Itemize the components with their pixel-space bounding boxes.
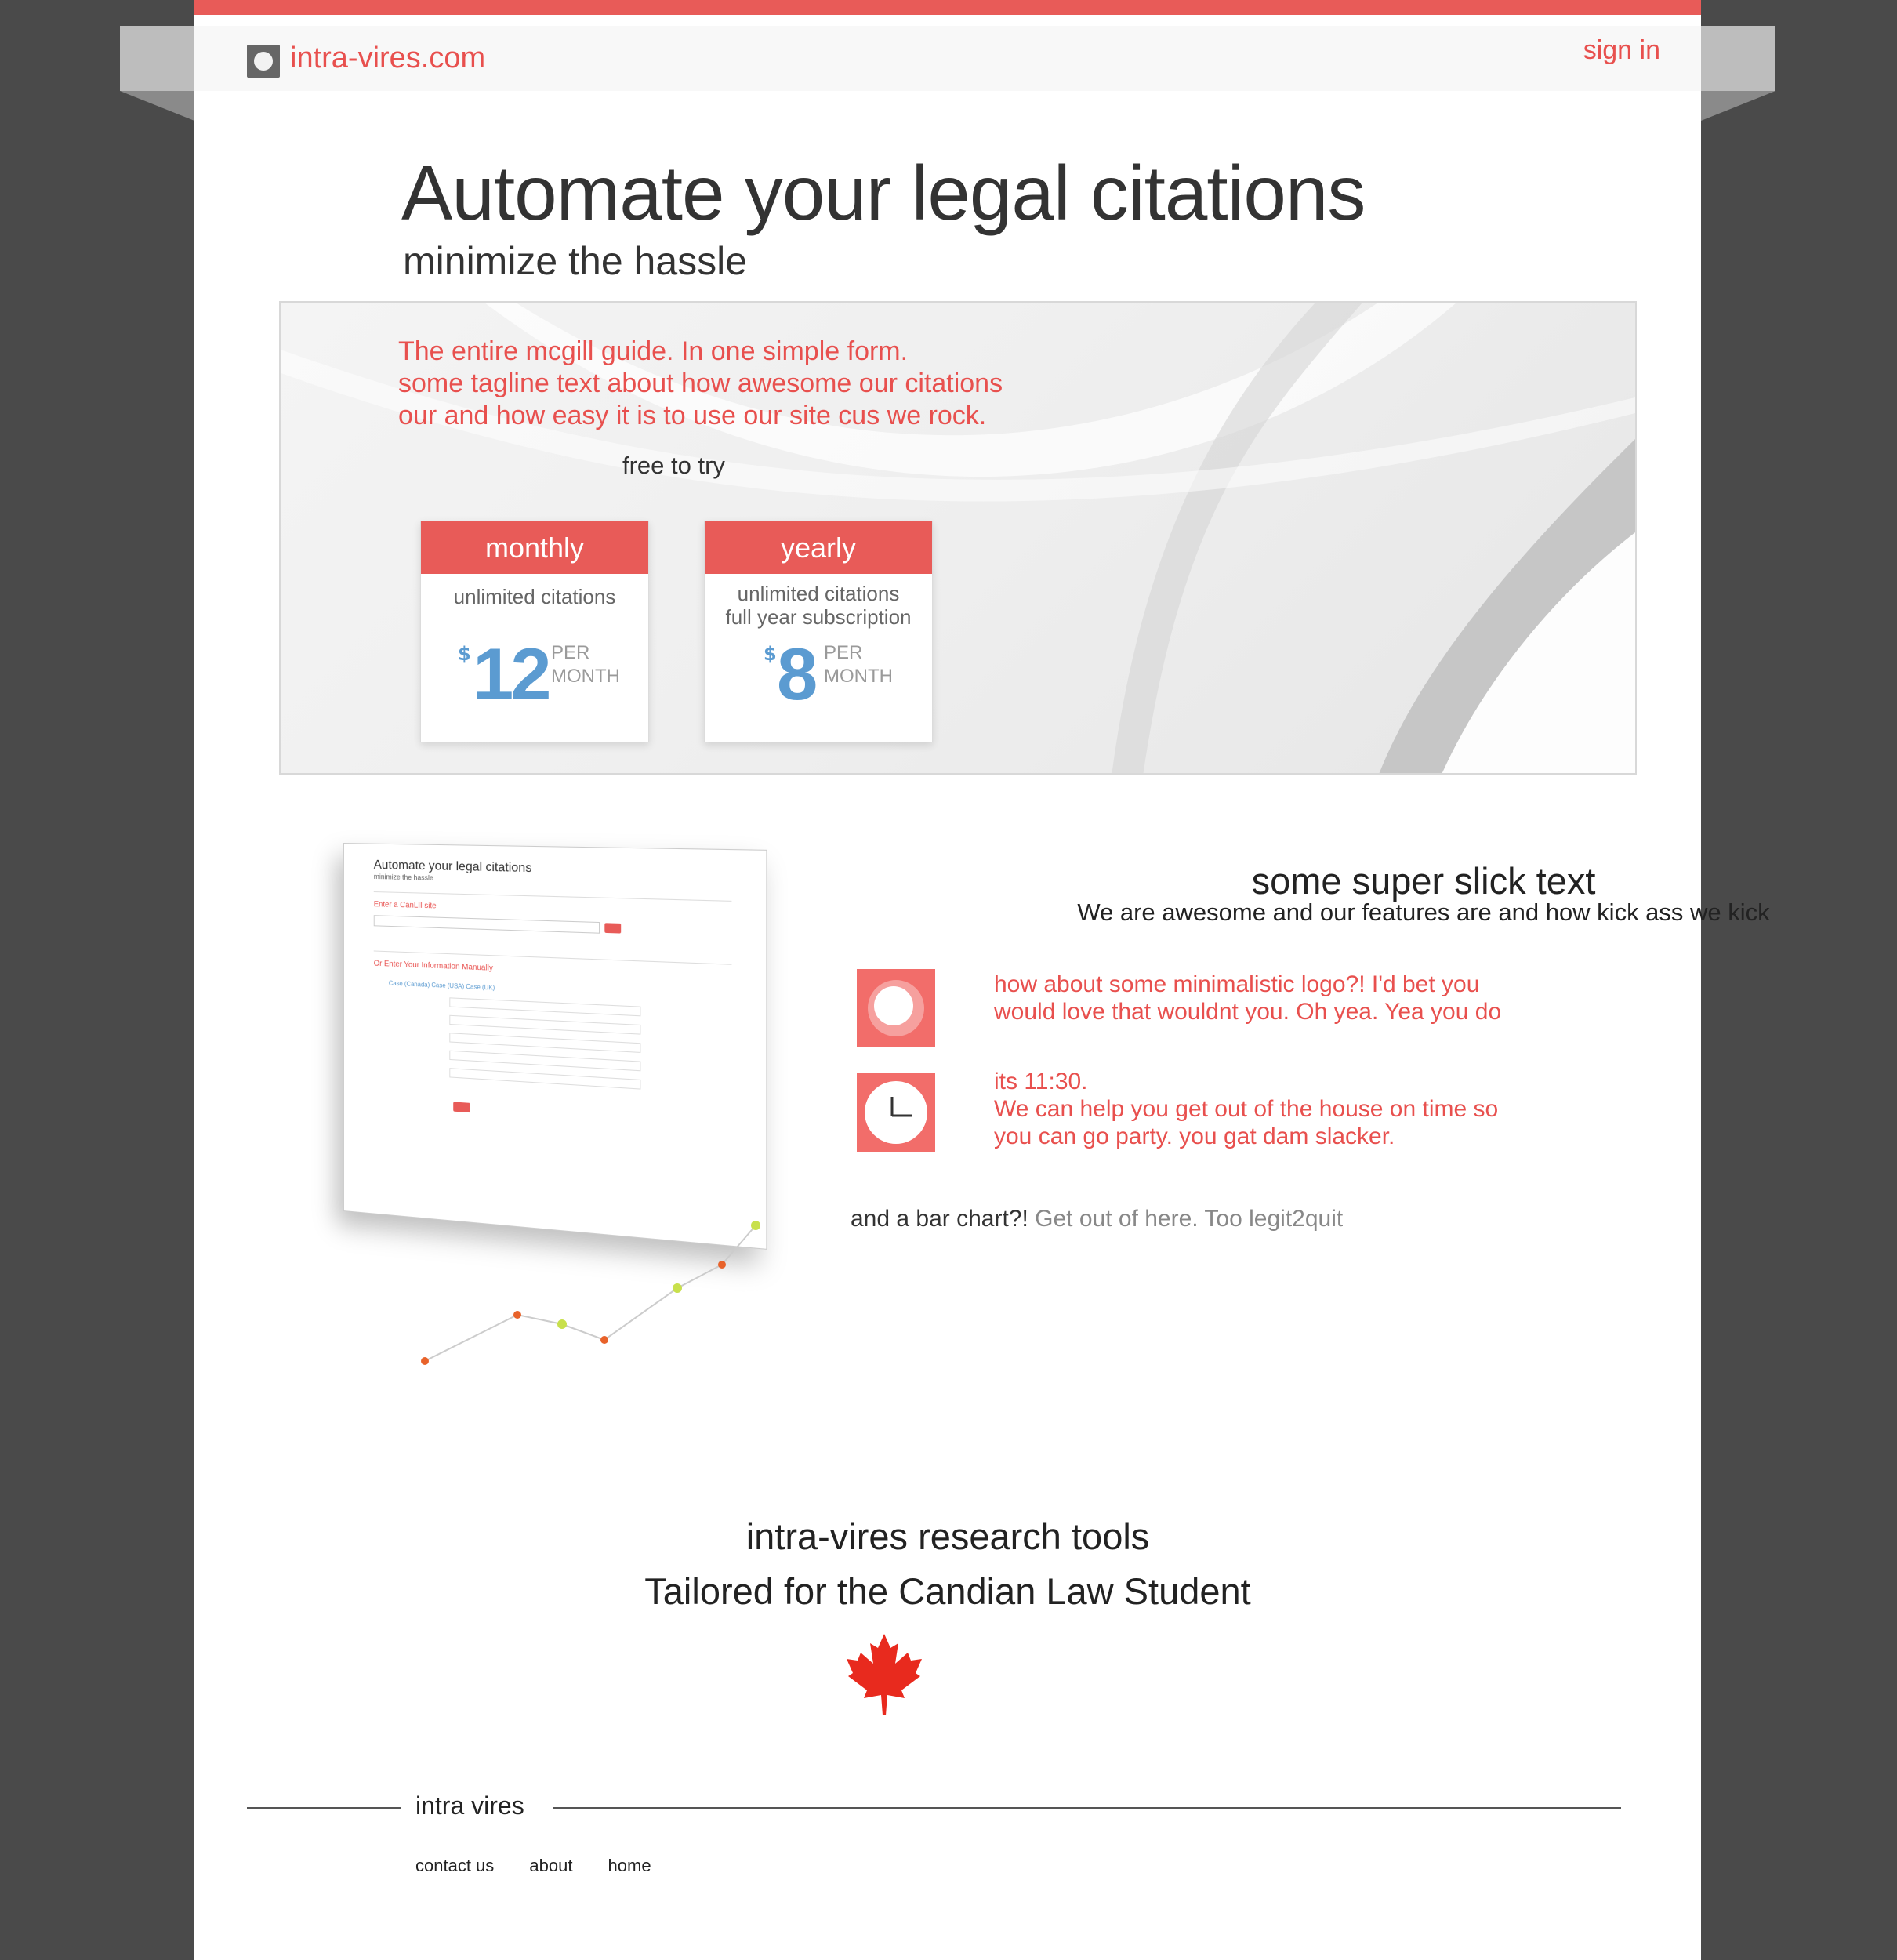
price-period: PER MONTH [824,641,893,688]
tagline: The entire mcgill guide. In one simple f… [398,336,1003,432]
top-accent-bar [194,0,1701,15]
feature-line: We can help you get out of the house on … [994,1096,1499,1122]
price-amount: 12 [473,633,552,715]
clock-hands-icon [890,1097,912,1117]
site-logo-icon[interactable] [247,45,280,78]
plan-name: yearly [705,521,932,574]
maple-leaf-icon [847,1634,922,1715]
plan-description-line: full year subscription [725,605,912,629]
mock-field [449,1050,641,1072]
price-currency: $ [764,643,777,665]
bar-chart-text: and a bar chart?! Get out of here. Too l… [851,1206,1343,1232]
footer-link-contact[interactable]: contact us [415,1856,494,1875]
tagline-line: The entire mcgill guide. In one simple f… [398,336,909,366]
features-subtitle: We are awesome and our features are and … [1077,898,1770,926]
hero-title: Automate your legal citations [401,150,1366,236]
price-period: PER MONTH [551,641,620,688]
mock-go-button [604,923,622,934]
mock-tabs: Case (Canada) Case (USA) Case (UK) [388,979,495,992]
bar-chart-text-light: Get out of here. Too legit2quit [1028,1206,1344,1232]
plan-description-line: unlimited citations [737,582,900,605]
price-period-unit: MONTH [824,666,893,687]
footer-link-home[interactable]: home [608,1856,651,1875]
plan-card-yearly[interactable]: yearly unlimited citations full year sub… [704,521,933,742]
plan-card-monthly[interactable]: monthly unlimited citations $ 12 PER MON… [420,521,649,742]
features-title: some super slick text [1251,860,1596,902]
footer-divider-left [247,1807,401,1809]
hero-subtitle: minimize the hassle [403,239,748,283]
app-screenshot-card: Automate your legal citations minimize t… [343,843,767,1250]
mock-field [449,1033,641,1053]
plan-description-line: unlimited citations [453,585,616,608]
mock-divider [373,891,732,902]
tools-subtitle: Tailored for the Candian Law Student [644,1570,1251,1612]
sign-in-link[interactable]: sign in [1583,35,1660,66]
feature-line: would love that wouldnt you. Oh yea. Yea… [994,999,1502,1025]
plan-name: monthly [421,521,648,574]
mock-field [449,997,641,1017]
page-container: intra-vires.com sign in Automate your le… [194,0,1770,1960]
price-period-unit: MONTH [551,666,620,687]
free-to-try-label: free to try [622,452,725,479]
feature-line: you can go party. you gat dam slacker. [994,1123,1395,1149]
clock-icon [857,1073,935,1152]
app-screenshot-preview: Automate your legal citations minimize t… [312,835,782,1250]
plan-description: unlimited citations full year subscripti… [705,582,932,629]
mock-input [373,915,600,934]
ribbon-flap-right [1697,26,1775,122]
feature-text-logo: how about some minimalistic logo?! I'd b… [994,971,1501,1025]
footer-nav: contact us about home [415,1856,683,1876]
site-name-link[interactable]: intra-vires.com [290,42,485,75]
plan-price: $ 8 PER MONTH [705,633,932,715]
ribbon-flap-left [120,26,198,122]
plan-description: unlimited citations [421,585,648,608]
tagline-line: our and how easy it is to use our site c… [398,401,987,430]
plan-price: $ 12 PER MONTH [421,633,648,715]
mock-field [449,1014,641,1035]
pricing-banner: The entire mcgill guide. In one simple f… [279,301,1637,775]
feature-line: its 11:30. [994,1069,1088,1094]
price-per: PER [551,642,590,663]
feature-line: how about some minimalistic logo?! I'd b… [994,971,1480,997]
footer-divider-right [553,1807,1621,1809]
price-currency: $ [458,643,471,665]
price-amount: 8 [777,633,818,715]
mock-field [449,1068,641,1090]
feature-text-clock: its 11:30. We can help you get out of th… [994,1068,1498,1150]
tools-title: intra-vires research tools [745,1515,1150,1557]
footer-brand: intra vires [415,1791,524,1820]
tagline-line: some tagline text about how awesome our … [398,368,1003,398]
header: intra-vires.com sign in [194,26,1701,91]
bar-chart-text-dark: and a bar chart?! [851,1206,1028,1232]
mock-submit-button [453,1102,470,1113]
footer-link-about[interactable]: about [529,1856,572,1875]
minimal-logo-icon [857,969,935,1047]
price-per: PER [824,642,863,663]
